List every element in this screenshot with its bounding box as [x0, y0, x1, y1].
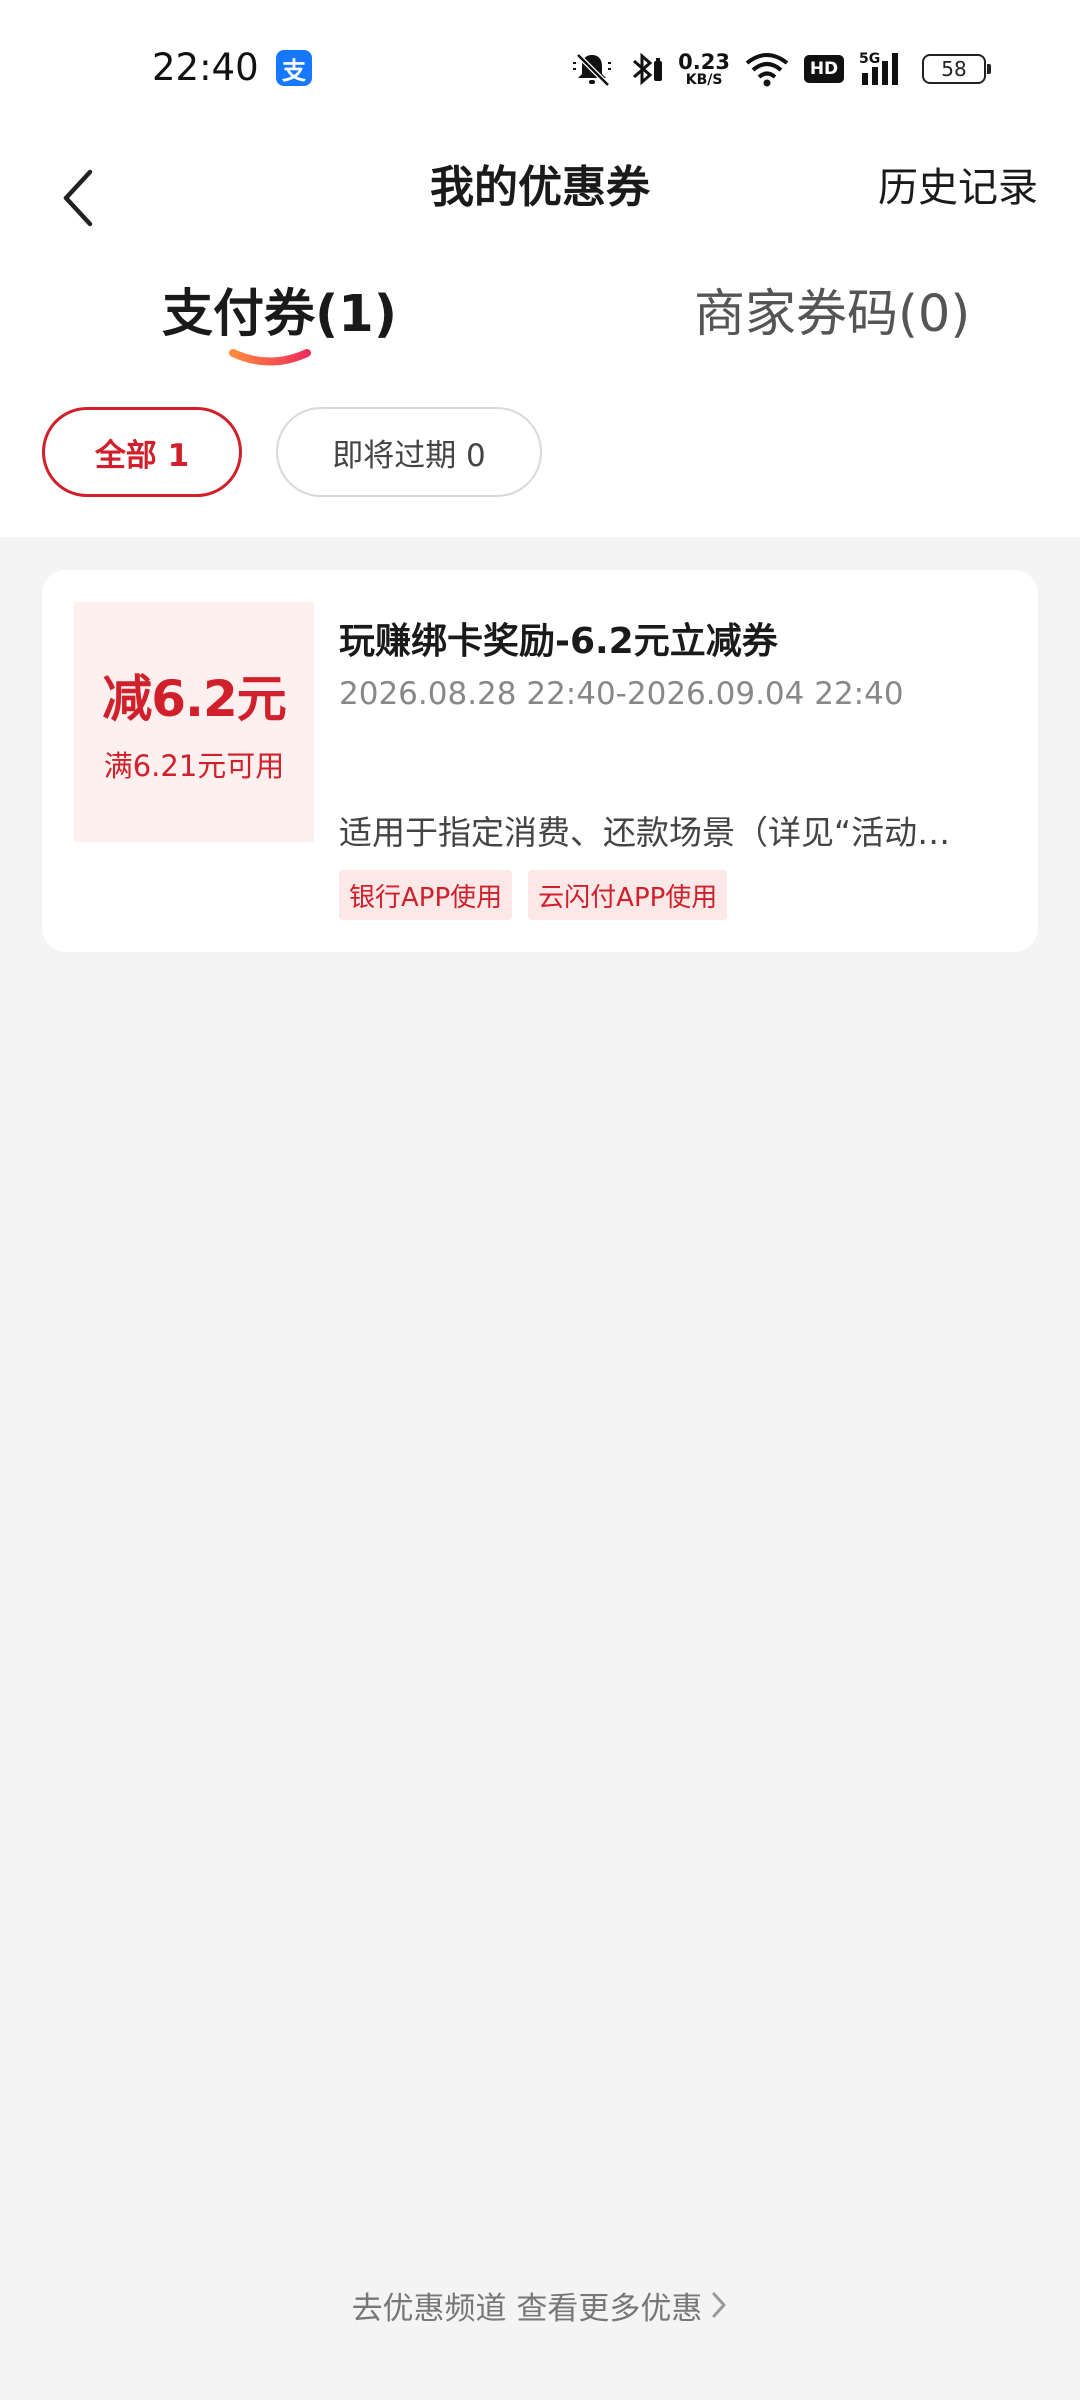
tab-payment-coupons[interactable]: 支付券(1)	[162, 270, 397, 360]
svg-text:5G: 5G	[859, 51, 880, 67]
status-bar: 22:40 支 0.23 KB/S HD 5G 58	[0, 0, 1080, 138]
coupon-title: 玩赚绑卡奖励-6.2元立减券	[339, 621, 778, 662]
filter-all-chip[interactable]: 全部 1	[42, 407, 242, 497]
hd-icon: HD	[804, 55, 844, 83]
coupon-tabs: 支付券(1) 商家券码(0)	[0, 270, 1080, 380]
wifi-icon	[745, 53, 789, 87]
nav-bar: 我的优惠券 历史记录	[0, 138, 1080, 258]
status-icons: 0.23 KB/S HD 5G 58	[570, 44, 991, 94]
coupon-card[interactable]: 减6.2元 满6.21元可用 玩赚绑卡奖励-6.2元立减券 2026.08.28…	[42, 570, 1038, 952]
chevron-right-icon	[712, 2292, 726, 2318]
coupon-amount: 减6.2元	[102, 670, 287, 728]
filter-expiring-chip[interactable]: 即将过期 0	[276, 407, 542, 497]
coupon-condition: 满6.21元可用	[103, 749, 285, 783]
tab-merchant-codes[interactable]: 商家券码(0)	[694, 270, 970, 360]
network-speed: 0.23 KB/S	[678, 49, 730, 88]
coupon-amount-box: 减6.2元 满6.21元可用	[74, 602, 314, 842]
bluetooth-icon	[633, 52, 663, 86]
mute-icon	[573, 53, 612, 87]
alipay-icon: 支	[276, 50, 312, 86]
coupon-tags: 银行APP使用 云闪付APP使用	[339, 870, 728, 920]
battery-icon: 58	[922, 54, 991, 84]
coupon-validity-period: 2026.08.28 22:40-2026.09.04 22:40	[339, 676, 904, 712]
status-time: 22:40	[152, 46, 259, 89]
more-offers-label: 去优惠频道 查看更多优惠	[351, 2290, 703, 2327]
coupon-tag: 银行APP使用	[339, 870, 513, 920]
more-offers-link[interactable]: 去优惠频道 查看更多优惠	[0, 2280, 1080, 2330]
filter-chips: 全部 1 即将过期 0	[0, 407, 1080, 497]
coupon-description: 适用于指定消费、还款场景（详见“活动细则”）	[339, 813, 979, 852]
history-button[interactable]: 历史记录	[878, 138, 1038, 238]
active-tab-indicator	[229, 349, 311, 366]
signal-5g-icon: 5G	[859, 51, 898, 85]
coupon-tag: 云闪付APP使用	[528, 870, 728, 920]
